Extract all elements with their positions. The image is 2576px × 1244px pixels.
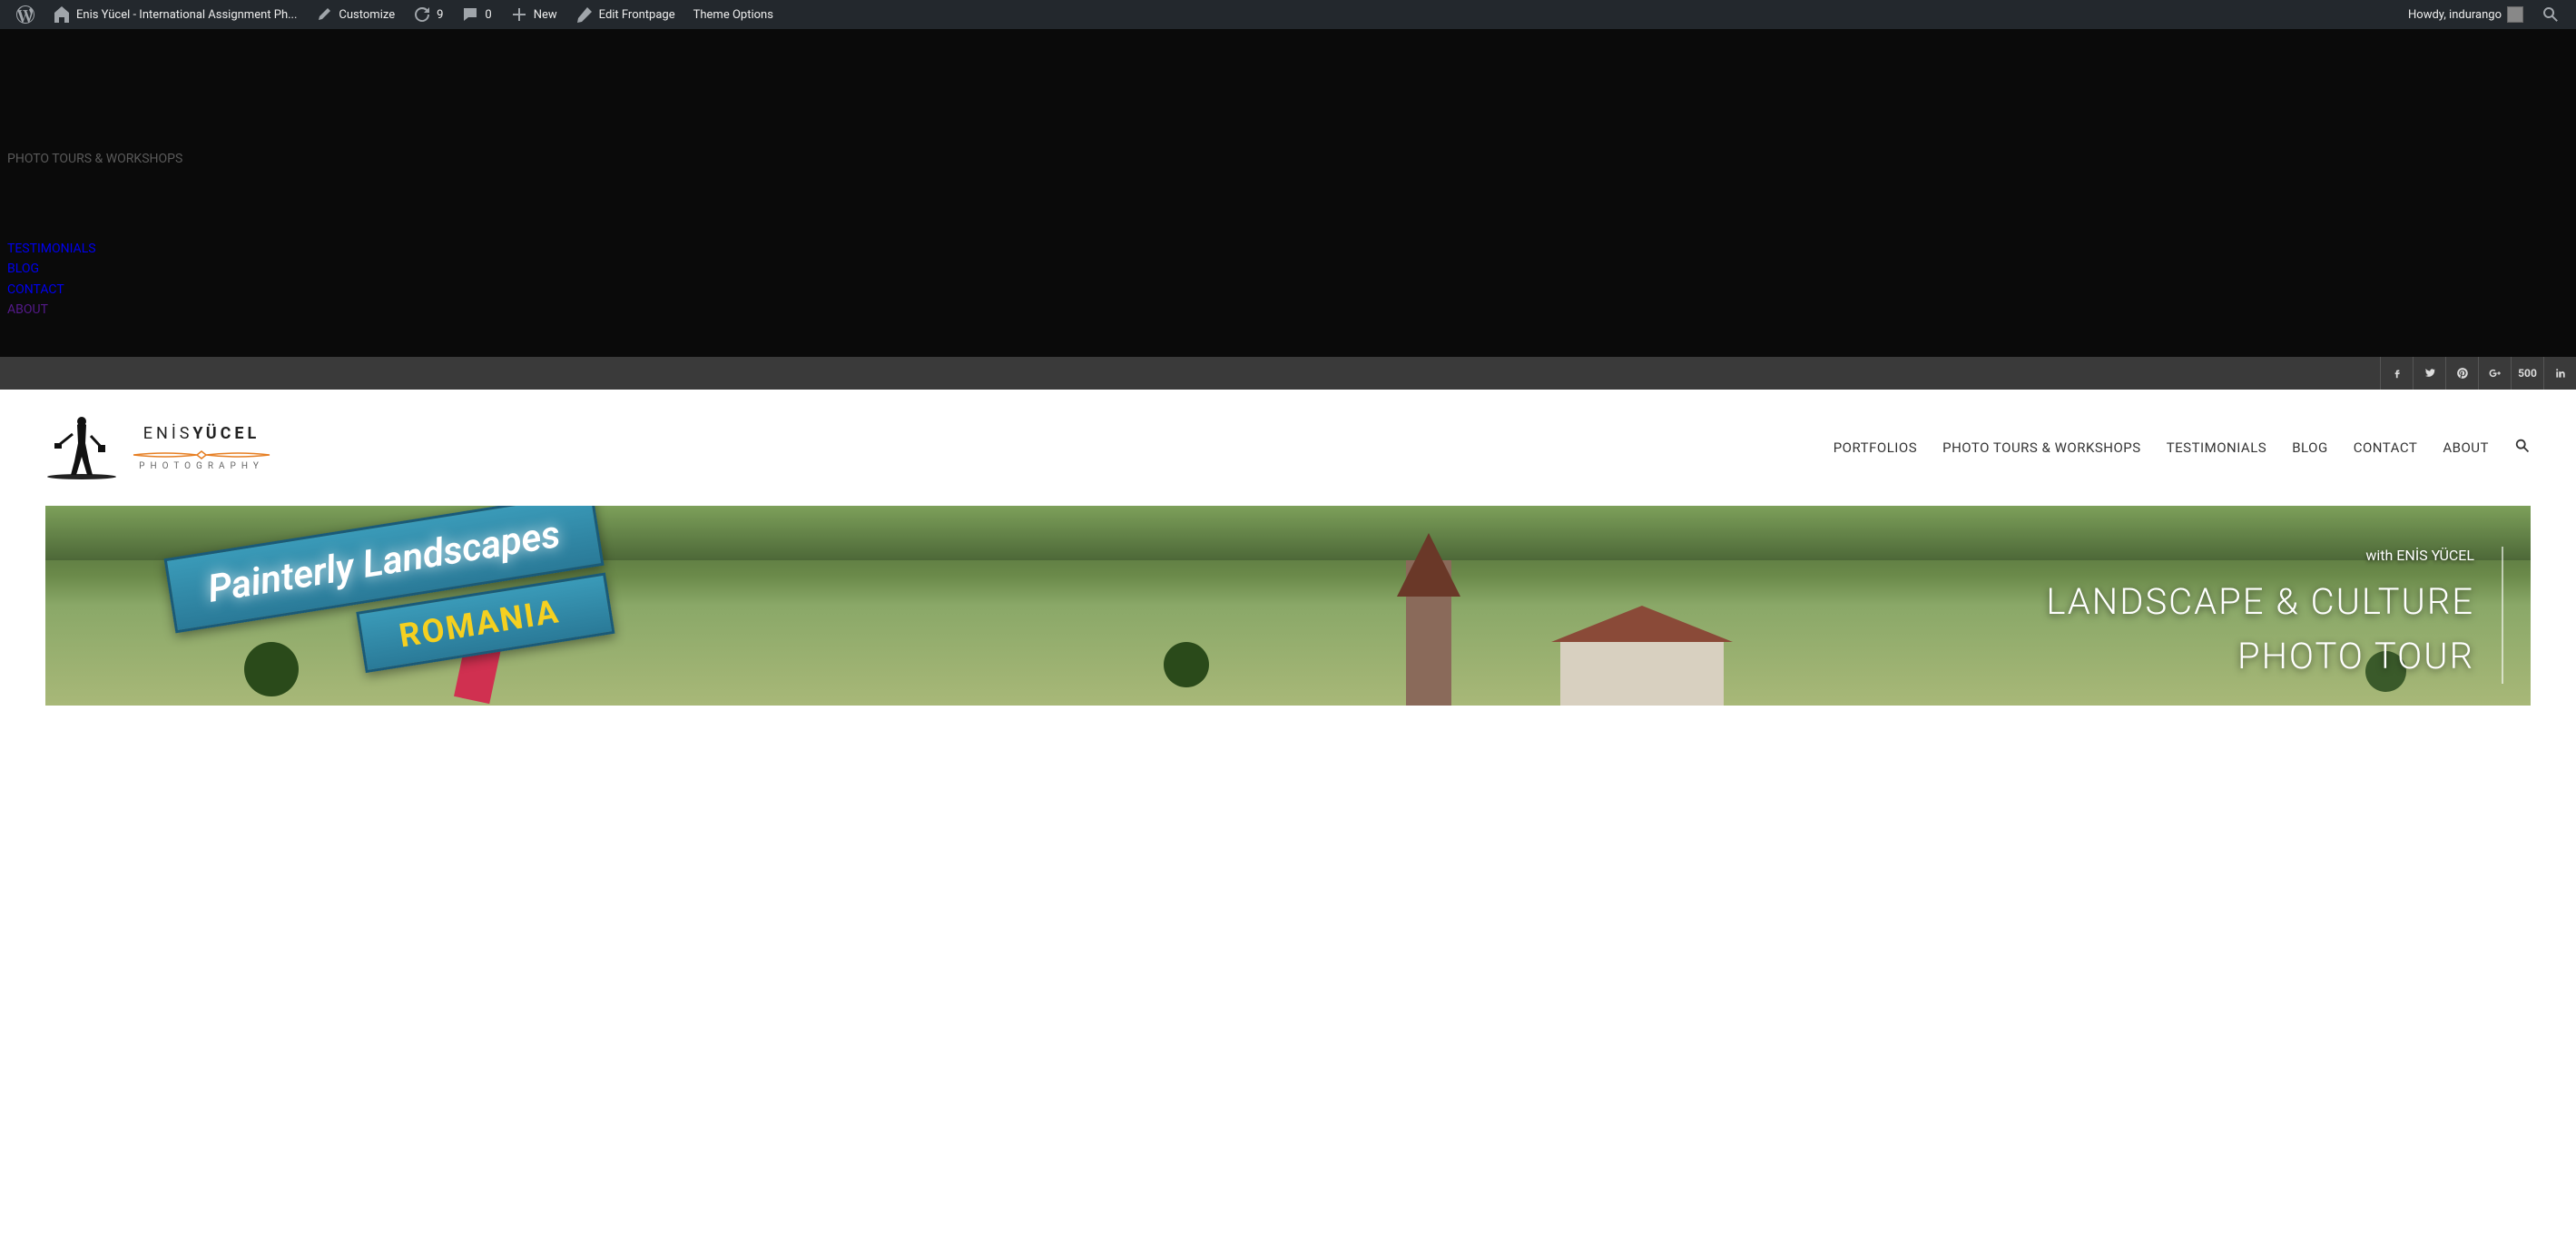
comment-icon bbox=[461, 5, 479, 24]
plus-icon bbox=[510, 5, 528, 24]
brush-icon bbox=[315, 5, 333, 24]
new-label: New bbox=[534, 8, 557, 22]
tree-decor bbox=[1164, 642, 1209, 687]
facebook-icon[interactable] bbox=[2380, 357, 2413, 390]
church-spire bbox=[1397, 533, 1460, 597]
hero-banner: Painterly Landscapes ROMANIA with ENİS Y… bbox=[45, 506, 2531, 706]
nav-testimonials[interactable]: TESTIMONIALS bbox=[2167, 439, 2267, 456]
nav-blog[interactable]: BLOG bbox=[2292, 439, 2328, 456]
nav-contact[interactable]: CONTACT bbox=[2354, 439, 2418, 456]
logo-name: ENİSYÜCEL bbox=[143, 424, 260, 443]
house-decor bbox=[1560, 642, 1724, 706]
wp-logo[interactable] bbox=[7, 0, 44, 29]
comments-link[interactable]: 0 bbox=[452, 0, 500, 29]
linkedin-icon[interactable] bbox=[2543, 357, 2576, 390]
search-icon bbox=[2514, 438, 2531, 454]
logo-last: YÜCEL bbox=[192, 424, 260, 443]
nav-photo-tours[interactable]: PHOTO TOURS & WORKSHOPS bbox=[1942, 439, 2141, 456]
hero-title-line1: LANDSCAPE & CULTURE bbox=[2046, 580, 2474, 623]
comments-count: 0 bbox=[485, 8, 491, 22]
black-menu-section: PHOTO TOURS & WORKSHOPS TESTIMONIALS BLO… bbox=[0, 29, 2576, 357]
update-icon bbox=[413, 5, 431, 24]
wordpress-icon bbox=[16, 5, 34, 24]
wp-admin-bar: Enis Yücel - International Assignment Ph… bbox=[0, 0, 2576, 29]
customize-label: Customize bbox=[339, 8, 395, 22]
site-title: Enis Yücel - International Assignment Ph… bbox=[76, 8, 297, 22]
customize-link[interactable]: Customize bbox=[306, 0, 404, 29]
logo-first: ENİS bbox=[143, 424, 193, 443]
black-photo-tours-link[interactable]: PHOTO TOURS & WORKSHOPS bbox=[7, 152, 2569, 166]
black-about-link[interactable]: ABOUT bbox=[7, 300, 2569, 320]
howdy-link[interactable]: Howdy, indurango bbox=[2399, 0, 2532, 29]
house-roof bbox=[1551, 606, 1733, 642]
hero-with: with ENİS YÜCEL bbox=[2046, 547, 2474, 564]
logo-figure-icon bbox=[45, 416, 118, 479]
googleplus-icon[interactable] bbox=[2478, 357, 2511, 390]
logo-divider-icon bbox=[129, 447, 274, 458]
hero-buildings bbox=[1288, 560, 1742, 706]
home-icon bbox=[53, 5, 71, 24]
avatar-icon bbox=[2507, 6, 2523, 23]
admin-bar-left: Enis Yücel - International Assignment Ph… bbox=[7, 0, 782, 29]
hero-title: LANDSCAPE & CULTURE PHOTO TOUR bbox=[2046, 575, 2474, 684]
updates-count: 9 bbox=[437, 8, 443, 22]
edit-frontpage-link[interactable]: Edit Frontpage bbox=[566, 0, 684, 29]
admin-bar-right: Howdy, indurango bbox=[2399, 0, 2569, 29]
social-bar: 500 bbox=[0, 357, 2576, 390]
hero-text: with ENİS YÜCEL LANDSCAPE & CULTURE PHOT… bbox=[2046, 547, 2503, 684]
theme-options-link[interactable]: Theme Options bbox=[684, 0, 782, 29]
logo-text: ENİSYÜCEL PHOTOGRAPHY bbox=[129, 424, 274, 471]
main-nav: PORTFOLIOS PHOTO TOURS & WORKSHOPS TESTI… bbox=[1834, 438, 2531, 458]
main-header: ENİSYÜCEL PHOTOGRAPHY PORTFOLIOS PHOTO T… bbox=[0, 390, 2576, 506]
admin-search[interactable] bbox=[2532, 0, 2569, 29]
site-link[interactable]: Enis Yücel - International Assignment Ph… bbox=[44, 0, 306, 29]
logo-subtitle: PHOTOGRAPHY bbox=[139, 461, 264, 471]
fivehundredpx-icon[interactable]: 500 bbox=[2511, 357, 2543, 390]
new-link[interactable]: New bbox=[501, 0, 566, 29]
pinterest-icon[interactable] bbox=[2445, 357, 2478, 390]
theme-options-label: Theme Options bbox=[693, 8, 773, 22]
edit-frontpage-label: Edit Frontpage bbox=[599, 8, 675, 22]
black-testimonials-link[interactable]: TESTIMONIALS bbox=[7, 239, 2569, 259]
nav-search-button[interactable] bbox=[2514, 438, 2531, 458]
black-contact-link[interactable]: CONTACT bbox=[7, 280, 2569, 300]
pencil-icon bbox=[575, 5, 594, 24]
twitter-icon[interactable] bbox=[2413, 357, 2445, 390]
updates-link[interactable]: 9 bbox=[404, 0, 452, 29]
black-blog-link[interactable]: BLOG bbox=[7, 259, 2569, 279]
nav-portfolios[interactable]: PORTFOLIOS bbox=[1834, 439, 1917, 456]
search-icon bbox=[2542, 5, 2560, 24]
site-logo[interactable]: ENİSYÜCEL PHOTOGRAPHY bbox=[45, 416, 274, 479]
hero-title-line2: PHOTO TOUR bbox=[2237, 635, 2474, 677]
nav-about[interactable]: ABOUT bbox=[2443, 439, 2489, 456]
howdy-text: Howdy, indurango bbox=[2408, 8, 2502, 22]
